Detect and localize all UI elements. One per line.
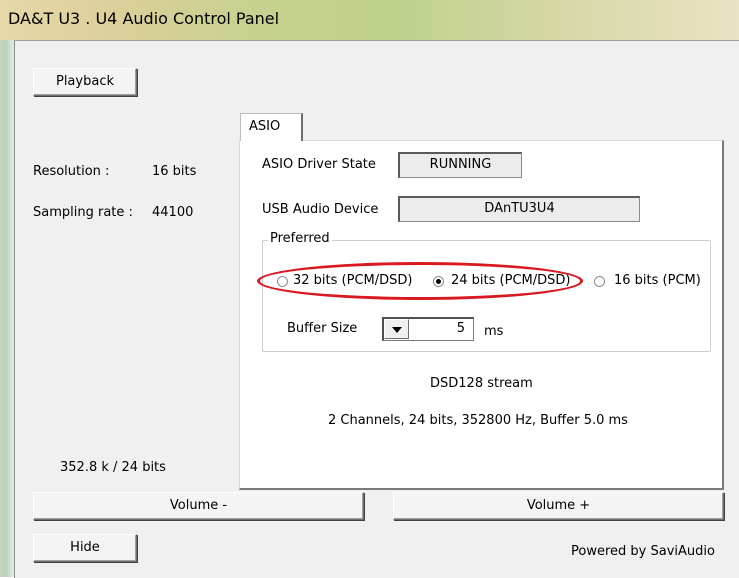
app-window: DA&T U3 . U4 Audio Control Panel Playbac… xyxy=(0,0,739,578)
preferred-group-label: Preferred xyxy=(268,231,332,246)
radio-32-bits-label[interactable]: 32 bits (PCM/DSD) xyxy=(293,273,412,288)
chevron-down-icon xyxy=(392,327,402,333)
radio-16-bits[interactable] xyxy=(594,276,605,287)
stream-format-text: DSD128 stream xyxy=(430,376,533,391)
asio-driver-state-label: ASIO Driver State xyxy=(262,157,376,172)
volume-up-button[interactable]: Volume + xyxy=(393,492,724,520)
usb-audio-device-field: DAnTU3U4 xyxy=(398,196,640,222)
hide-button[interactable]: Hide xyxy=(33,534,137,562)
stream-info-text: 2 Channels, 24 bits, 352800 Hz, Buffer 5… xyxy=(328,413,628,428)
radio-32-bits[interactable] xyxy=(277,276,288,287)
window-title: DA&T U3 . U4 Audio Control Panel xyxy=(8,9,280,28)
volume-down-button[interactable]: Volume - xyxy=(33,492,364,520)
asio-driver-state-field: RUNNING xyxy=(398,152,522,178)
resolution-value: 16 bits xyxy=(152,164,197,179)
buffer-size-select[interactable]: 5 xyxy=(382,317,474,341)
title-bar[interactable]: DA&T U3 . U4 Audio Control Panel xyxy=(0,0,739,40)
rate-summary: 352.8 k / 24 bits xyxy=(60,460,166,475)
sampling-rate-label: Sampling rate : xyxy=(33,205,133,220)
powered-by-text: Powered by SaviAudio xyxy=(571,544,715,559)
playback-button[interactable]: Playback xyxy=(33,68,137,96)
buffer-size-label: Buffer Size xyxy=(287,321,358,336)
buffer-size-value: 5 xyxy=(456,321,465,336)
buffer-unit-label: ms xyxy=(484,324,504,339)
usb-audio-device-label: USB Audio Device xyxy=(262,202,379,217)
radio-16-bits-label[interactable]: 16 bits (PCM) xyxy=(614,273,701,288)
radio-24-bits[interactable] xyxy=(433,276,444,287)
sampling-rate-value: 44100 xyxy=(152,205,194,220)
resolution-label: Resolution : xyxy=(33,164,110,179)
tab-asio[interactable]: ASIO xyxy=(240,113,303,141)
buffer-size-dropdown-button[interactable] xyxy=(384,319,409,339)
radio-24-bits-label[interactable]: 24 bits (PCM/DSD) xyxy=(451,273,570,288)
